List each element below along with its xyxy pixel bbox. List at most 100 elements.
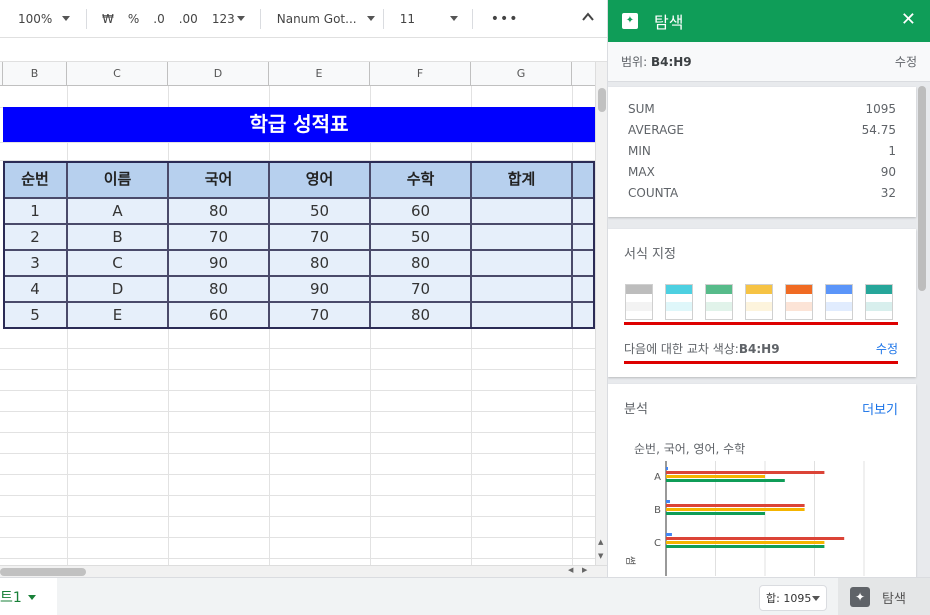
table-cell[interactable]: E	[67, 302, 168, 329]
font-select[interactable]: Nanum Got...	[269, 12, 375, 26]
sheet-grid[interactable]: B C D E F G 학급 성적표 순번 이름 국어 영어 수학 합계 1 A…	[0, 62, 607, 577]
table-cell[interactable]	[471, 276, 572, 302]
scroll-down-icon[interactable]: ▼	[598, 552, 603, 560]
more-options-button[interactable]: •••	[481, 11, 529, 27]
analysis-bar-chart[interactable]: 썸 A B C	[624, 456, 904, 576]
chart-bar[interactable]	[666, 500, 670, 503]
chevron-up-icon[interactable]	[581, 10, 595, 24]
column-header-c[interactable]: C	[67, 62, 168, 86]
table-cell[interactable]: 4	[3, 276, 67, 302]
table-cell[interactable]: 50	[269, 198, 370, 224]
column-header-b[interactable]: B	[3, 62, 67, 86]
table-cell[interactable]	[572, 198, 595, 224]
header-cell[interactable]: 수학	[370, 161, 471, 198]
chart-bar[interactable]	[666, 475, 765, 478]
alt-colors-edit-link[interactable]: 수정	[876, 340, 898, 357]
table-cell[interactable]: 80	[370, 250, 471, 276]
more-formats-label: 123	[211, 11, 235, 26]
currency-format-button[interactable]: ₩	[95, 12, 121, 26]
chart-bar[interactable]	[666, 508, 805, 511]
table-cell[interactable]	[471, 302, 572, 329]
table-cell[interactable]: 80	[168, 198, 269, 224]
chart-bar[interactable]	[666, 541, 825, 544]
chart-bar[interactable]	[666, 467, 668, 470]
chart-bar[interactable]	[666, 479, 785, 482]
format-swatch[interactable]	[785, 284, 813, 320]
sheet-title-cell[interactable]: 학급 성적표	[3, 107, 595, 142]
header-cell[interactable]: 합계	[471, 161, 572, 198]
table-cell[interactable]: 5	[3, 302, 67, 329]
table-cell[interactable]: C	[67, 250, 168, 276]
chart-bar[interactable]	[666, 471, 825, 474]
table-cell[interactable]	[572, 224, 595, 250]
zoom-select[interactable]: 100%	[0, 12, 78, 26]
explore-button[interactable]: ✦ 탐색	[838, 578, 930, 615]
analysis-more-link[interactable]: 더보기	[862, 399, 898, 418]
decrease-decimal-button[interactable]: .0	[146, 12, 171, 26]
format-swatch[interactable]	[705, 284, 733, 320]
table-cell[interactable]: 60	[370, 198, 471, 224]
scrollbar-thumb[interactable]	[598, 88, 606, 112]
scroll-right-icon[interactable]: ▶	[582, 566, 587, 574]
formula-bar[interactable]	[0, 38, 607, 62]
chart-bar[interactable]	[666, 504, 805, 507]
table-cell[interactable]: 70	[370, 276, 471, 302]
table-cell[interactable]	[471, 250, 572, 276]
chart-bar[interactable]	[666, 533, 672, 536]
table-cell[interactable]: 2	[3, 224, 67, 250]
header-cell[interactable]: 이름	[67, 161, 168, 198]
gridline	[0, 432, 595, 433]
chart-bar[interactable]	[666, 545, 825, 548]
column-header-g[interactable]: G	[471, 62, 572, 86]
table-cell[interactable]: 60	[168, 302, 269, 329]
table-cell[interactable]: 80	[168, 276, 269, 302]
scroll-left-icon[interactable]: ◀	[568, 566, 573, 574]
format-swatch[interactable]	[625, 284, 653, 320]
table-cell[interactable]	[572, 276, 595, 302]
column-header-d[interactable]: D	[168, 62, 269, 86]
table-cell[interactable]: 1	[3, 198, 67, 224]
table-cell[interactable]	[471, 198, 572, 224]
header-cell[interactable]: 국어	[168, 161, 269, 198]
column-header-e[interactable]: E	[269, 62, 370, 86]
scroll-up-icon[interactable]: ▲	[598, 538, 603, 546]
table-cell[interactable]	[471, 224, 572, 250]
column-header-f[interactable]: F	[370, 62, 471, 86]
scrollbar-thumb[interactable]	[0, 568, 86, 576]
increase-decimal-button[interactable]: .00	[172, 12, 205, 26]
panel-scrollbar-thumb[interactable]	[918, 86, 926, 291]
table-cell[interactable]: 80	[370, 302, 471, 329]
percent-format-button[interactable]: %	[121, 12, 146, 26]
font-size-select[interactable]: 11	[392, 12, 464, 26]
format-swatch[interactable]	[825, 284, 853, 320]
table-cell[interactable]: A	[67, 198, 168, 224]
vertical-scrollbar[interactable]: ▲ ▼	[595, 62, 607, 577]
table-cell[interactable]: 50	[370, 224, 471, 250]
table-cell[interactable]: 90	[168, 250, 269, 276]
horizontal-scrollbar[interactable]: ◀ ▶	[0, 565, 607, 577]
table-cell[interactable]: 3	[3, 250, 67, 276]
close-icon[interactable]: ✕	[901, 9, 916, 30]
table-cell[interactable]: 70	[269, 224, 370, 250]
table-cell[interactable]: 80	[269, 250, 370, 276]
chart-bar[interactable]	[666, 512, 765, 515]
header-cell[interactable]: 영어	[269, 161, 370, 198]
chart-bar[interactable]	[666, 537, 845, 540]
table-cell[interactable]: B	[67, 224, 168, 250]
table-cell[interactable]	[572, 302, 595, 329]
table-cell[interactable]: D	[67, 276, 168, 302]
table-cell[interactable]: 90	[269, 276, 370, 302]
sheet-tab[interactable]: 트1	[0, 578, 57, 615]
table-cell[interactable]	[572, 250, 595, 276]
format-swatch[interactable]	[865, 284, 893, 320]
table-cell[interactable]: 70	[168, 224, 269, 250]
chevron-down-icon	[449, 16, 458, 21]
sum-chip[interactable]: 합: 1095	[759, 585, 827, 611]
format-swatch[interactable]	[665, 284, 693, 320]
table-cell[interactable]: 70	[269, 302, 370, 329]
more-formats-button[interactable]: 123	[205, 12, 252, 26]
header-cell[interactable]: 순번	[3, 161, 67, 198]
range-edit-link[interactable]: 수정	[895, 53, 917, 70]
header-cell[interactable]	[572, 161, 595, 198]
format-swatch[interactable]	[745, 284, 773, 320]
